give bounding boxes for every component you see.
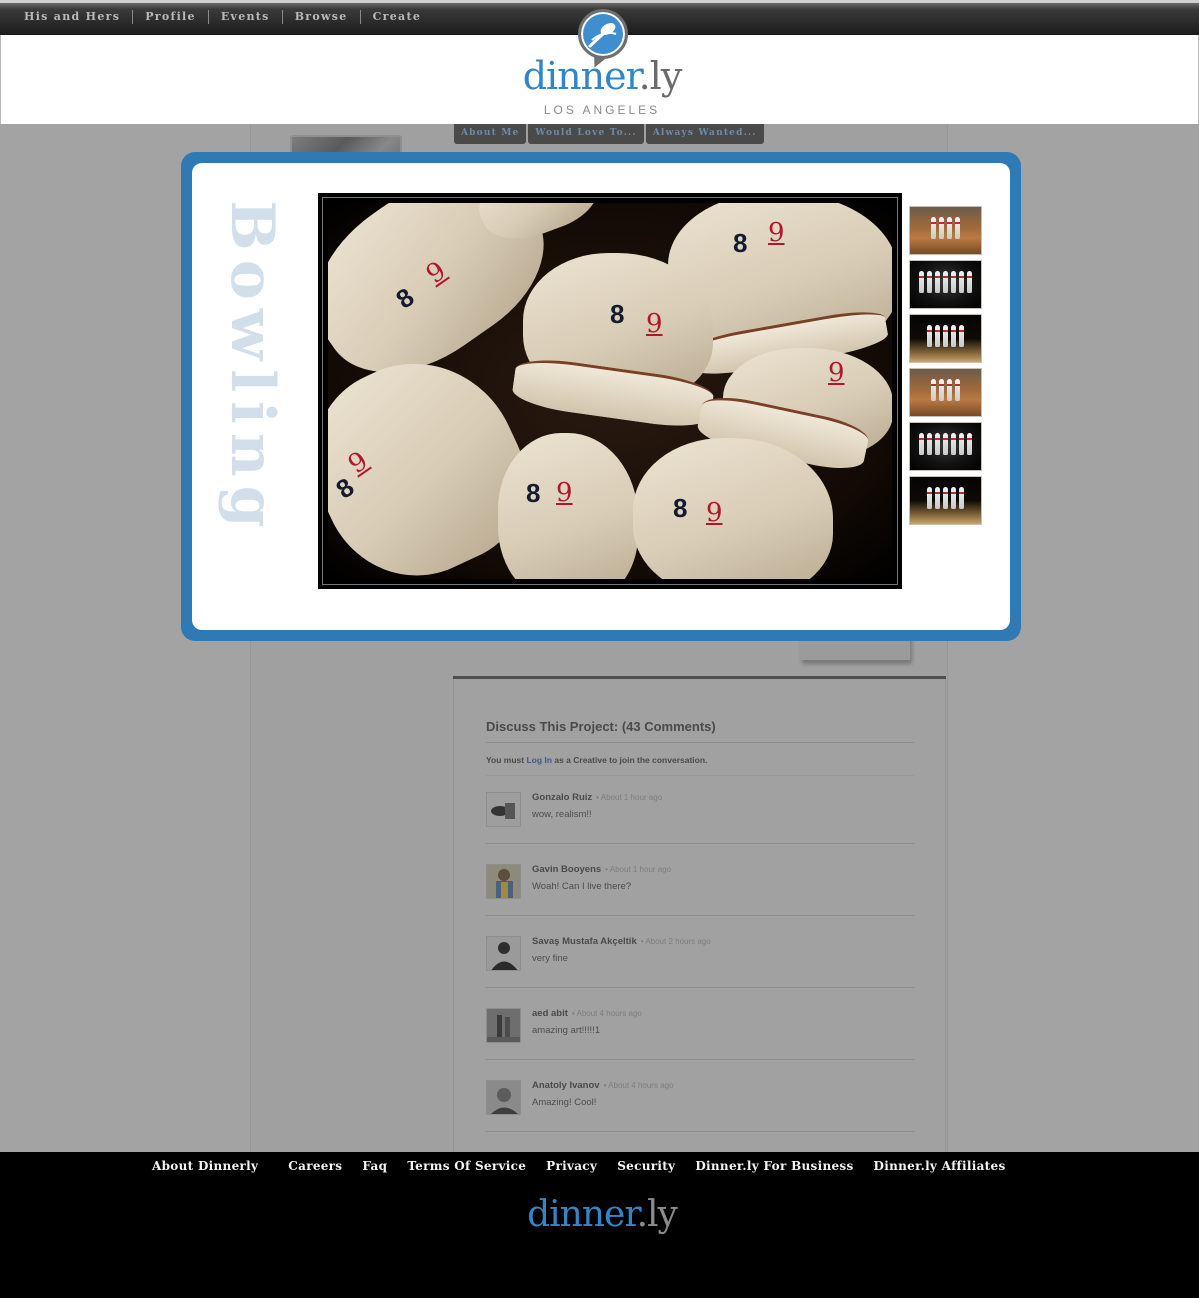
comment-text: Woah! Can I live there? xyxy=(532,881,632,892)
gallery-title: Bowling xyxy=(217,200,287,537)
nav-profile[interactable]: Profile xyxy=(133,10,208,24)
tab-about-me[interactable]: About Me xyxy=(454,124,527,144)
thumbnail-strip xyxy=(909,206,982,530)
profile-tabs: About Me Would Love To... Always Wanted.… xyxy=(454,124,766,144)
comment-author[interactable]: Gavin Booyens • About 1 hour ago xyxy=(532,864,671,875)
footer-link-security[interactable]: Security xyxy=(617,1159,675,1173)
divider xyxy=(486,915,914,916)
avatar-image xyxy=(487,865,520,898)
comment-time: • About 2 hours ago xyxy=(640,937,711,946)
thumbnail[interactable] xyxy=(909,206,982,255)
footer-nav: About Dinnerly Careers Faq Terms Of Serv… xyxy=(142,1159,1016,1173)
shoe-size-9: 9 xyxy=(768,218,785,248)
main-photo[interactable]: 8 9 8 9 8 9 9 8 9 8 9 8 9 xyxy=(318,193,902,589)
tab-would-love-to[interactable]: Would Love To... xyxy=(528,124,644,144)
shoe-size-9: 9 xyxy=(646,309,663,339)
nav-create[interactable]: Create xyxy=(361,10,434,24)
shoe-size-8: 8 xyxy=(526,478,541,508)
discussion-title: Discuss This Project: (43 Comments) xyxy=(486,719,716,734)
avatar[interactable] xyxy=(486,1080,521,1115)
pins-icon xyxy=(910,433,981,455)
shoe-size-9: 9 xyxy=(556,478,573,508)
comment-time: • About 4 hours ago xyxy=(603,1081,674,1090)
comment-author[interactable]: Anatoly Ivanov • About 4 hours ago xyxy=(532,1080,674,1091)
login-link[interactable]: Log In xyxy=(526,755,552,765)
thumbnail[interactable] xyxy=(909,422,982,471)
pins-icon xyxy=(910,271,981,293)
photo-image: 8 9 8 9 8 9 9 8 9 8 9 8 9 xyxy=(328,203,892,579)
divider xyxy=(486,1131,914,1132)
footer-link-careers[interactable]: Careers xyxy=(288,1159,342,1173)
pins-icon xyxy=(910,379,981,401)
avatar-image xyxy=(487,1081,520,1114)
footer-link-about[interactable]: About Dinnerly xyxy=(152,1159,258,1173)
shoe-size-9: 9 xyxy=(706,498,723,528)
spoon-knife-icon xyxy=(588,23,617,48)
footer-logo[interactable]: dinner.ly xyxy=(517,1194,687,1235)
discussion-section: Discuss This Project: (43 Comments) You … xyxy=(453,679,946,1152)
shoe-size-9: 9 xyxy=(828,358,845,388)
shoe-size-8: 8 xyxy=(733,228,748,258)
avatar-image xyxy=(487,793,520,826)
comment-text: very fine xyxy=(532,953,568,964)
divider xyxy=(486,775,914,776)
footer-link-affiliates[interactable]: Dinner.ly Affiliates xyxy=(874,1159,1006,1173)
comment-time: • About 1 hour ago xyxy=(596,793,663,802)
avatar[interactable] xyxy=(486,792,521,827)
top-nav: His and Hers Profile Events Browse Creat… xyxy=(12,10,433,24)
pins-icon xyxy=(910,487,981,509)
divider xyxy=(486,1059,914,1060)
shoe-size-8: 8 xyxy=(610,299,625,329)
thumbnail[interactable] xyxy=(909,476,982,525)
comment-author[interactable]: aed abit • About 4 hours ago xyxy=(532,1008,642,1019)
footer-link-terms[interactable]: Terms Of Service xyxy=(407,1159,526,1173)
comment-text: amazing art!!!!!1 xyxy=(532,1025,601,1036)
avatar-image xyxy=(487,1009,520,1042)
thumbnail[interactable] xyxy=(909,368,982,417)
site-footer: About Dinnerly Careers Faq Terms Of Serv… xyxy=(0,1152,1199,1298)
pins-icon xyxy=(910,325,981,347)
shoe-size-8: 8 xyxy=(673,493,688,523)
nav-his-and-hers[interactable]: His and Hers xyxy=(12,10,132,24)
tab-always-wanted[interactable]: Always Wanted... xyxy=(645,124,764,144)
comment-time: • About 1 hour ago xyxy=(605,865,672,874)
pins-icon xyxy=(910,217,981,239)
footer-link-faq[interactable]: Faq xyxy=(362,1159,387,1173)
city-label: LOS ANGELES xyxy=(543,103,661,117)
site-logo[interactable]: dinner.ly xyxy=(517,56,687,96)
nav-browse[interactable]: Browse xyxy=(283,10,360,24)
avatar-image xyxy=(487,937,520,970)
avatar[interactable] xyxy=(486,936,521,971)
divider xyxy=(486,843,914,844)
logo-bubble-icon[interactable] xyxy=(578,9,628,59)
thumbnail[interactable] xyxy=(909,260,982,309)
comment-text: Amazing! Cool! xyxy=(532,1097,597,1108)
footer-link-business[interactable]: Dinner.ly For Business xyxy=(695,1159,853,1173)
thumbnail[interactable] xyxy=(909,314,982,363)
footer-link-privacy[interactable]: Privacy xyxy=(546,1159,597,1173)
comment-time: • About 4 hours ago xyxy=(571,1009,642,1018)
avatar[interactable] xyxy=(486,1008,521,1043)
avatar[interactable] xyxy=(486,864,521,899)
login-prompt: You must Log In as a Creative to join th… xyxy=(486,755,708,765)
divider xyxy=(486,987,914,988)
comment-author[interactable]: Savaş Mustafa Akçeltik • About 2 hours ag… xyxy=(532,936,711,947)
divider xyxy=(486,742,914,743)
comment-author[interactable]: Gonzalo Ruiz • About 1 hour ago xyxy=(532,792,662,803)
nav-events[interactable]: Events xyxy=(209,10,282,24)
comment-text: wow, realism!! xyxy=(532,809,592,820)
